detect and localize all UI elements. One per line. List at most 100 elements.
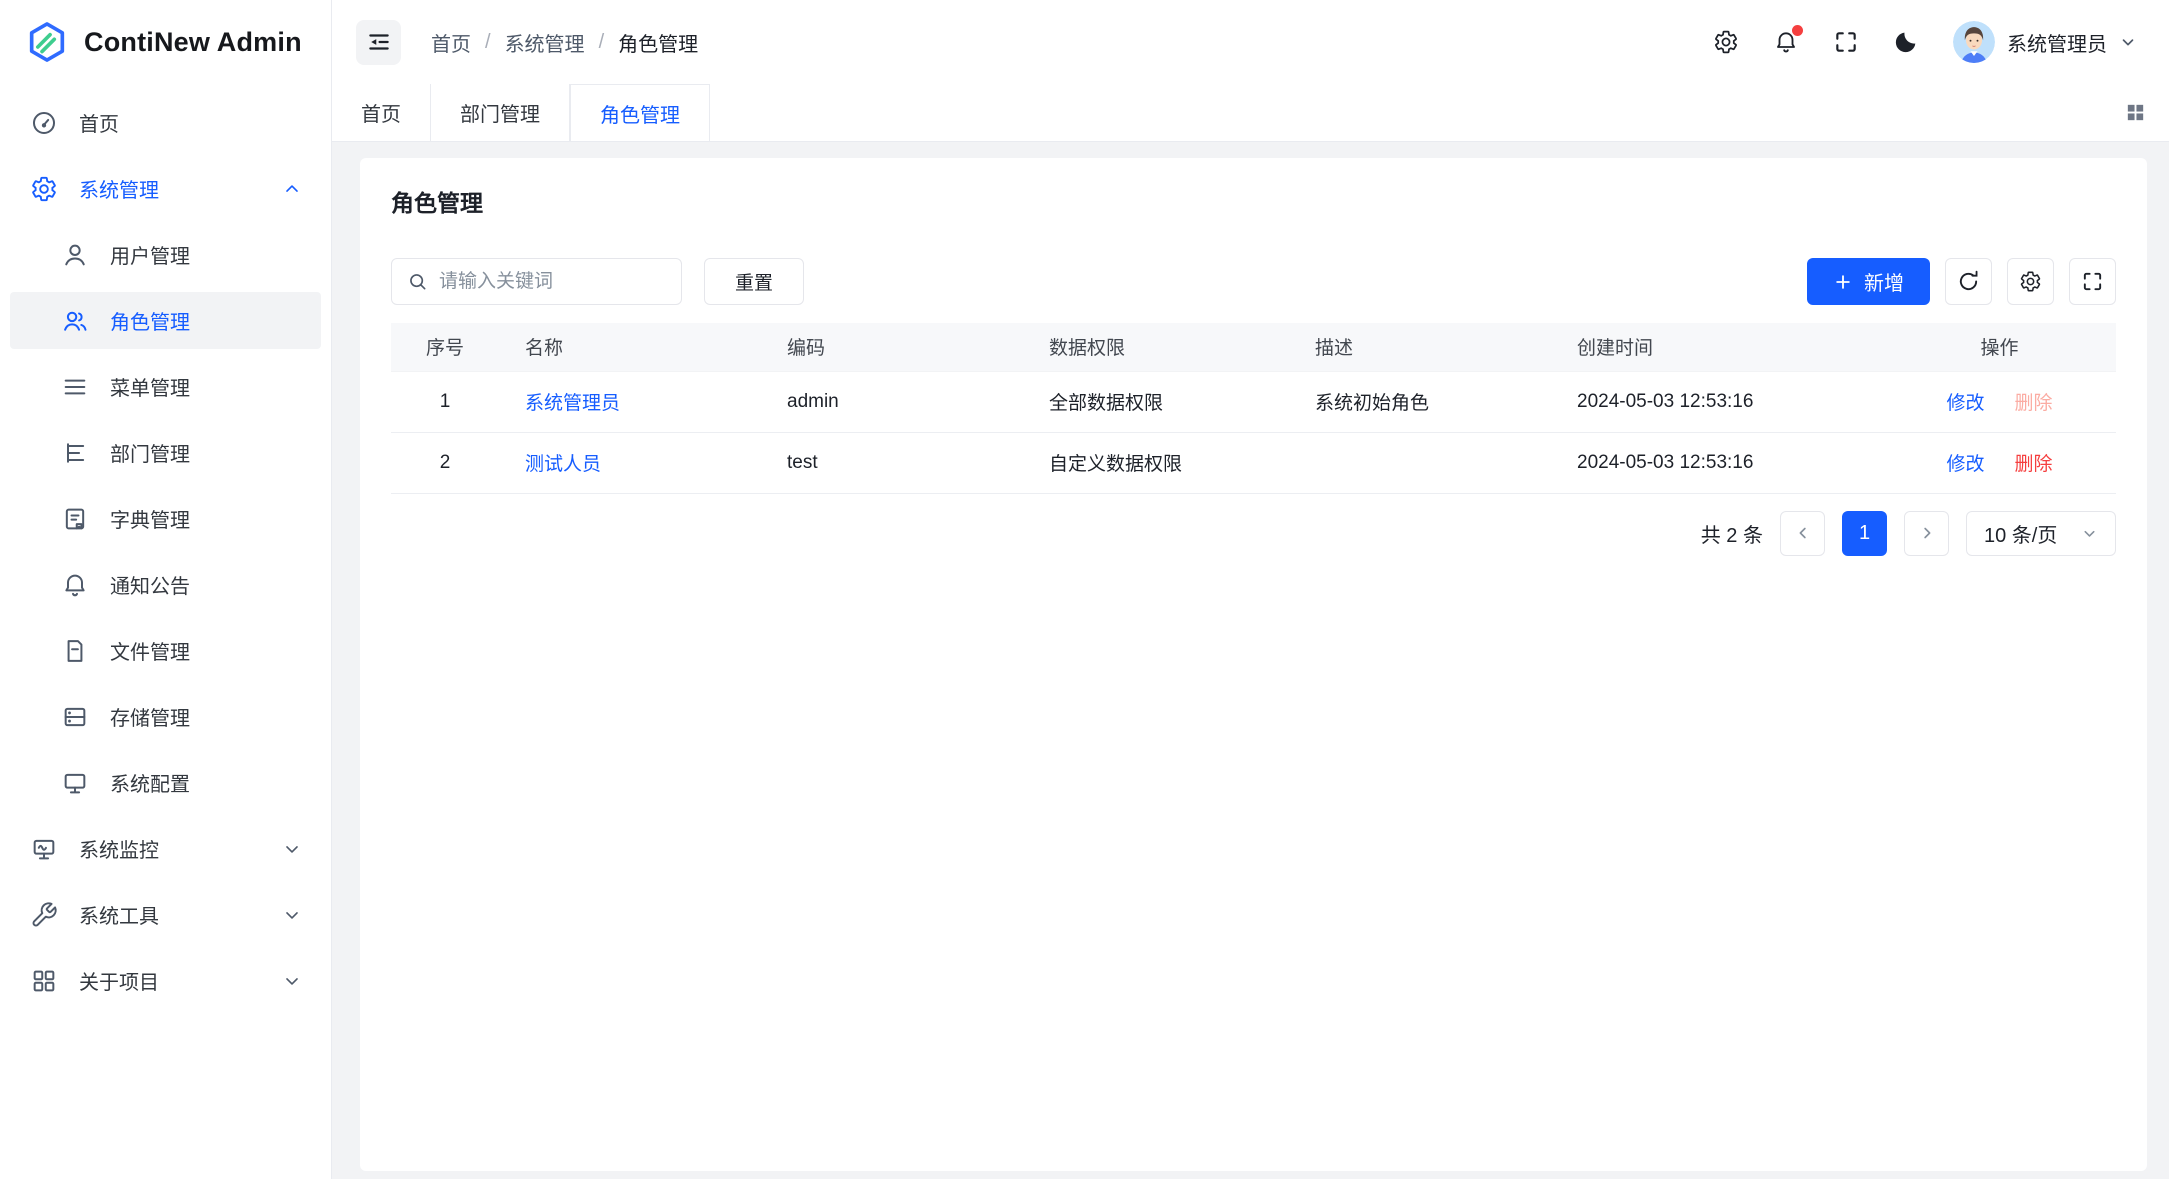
sidebar-item-notifications[interactable]: 通知公告 <box>10 556 321 613</box>
sidebar-item-label: 存储管理 <box>110 702 190 731</box>
cell-created: 2024-05-03 12:53:16 <box>1551 371 1883 432</box>
refresh-icon <box>1957 270 1980 293</box>
tab-department-management[interactable]: 部门管理 <box>431 84 570 141</box>
sidebar-item-storage-management[interactable]: 存储管理 <box>10 688 321 745</box>
sidebar-item-file-management[interactable]: 文件管理 <box>10 622 321 679</box>
menu-fold-button[interactable] <box>356 20 401 65</box>
role-name-link[interactable]: 测试人员 <box>525 454 601 475</box>
table-fullscreen-button[interactable] <box>2069 258 2116 305</box>
tab-role-management[interactable]: 角色管理 <box>570 84 710 141</box>
menu-lines-icon <box>60 372 90 402</box>
breadcrumb-separator: / <box>471 31 505 54</box>
edit-link[interactable]: 修改 <box>1946 393 1984 414</box>
sidebar-item-user-management[interactable]: 用户管理 <box>10 226 321 283</box>
notifications-button[interactable] <box>1773 29 1799 55</box>
cell-scope: 全部数据权限 <box>1023 371 1289 432</box>
chevron-up-icon <box>282 179 302 199</box>
column-header-created: 创建时间 <box>1551 323 1883 371</box>
pagination: 共 2 条 1 10 条/页 <box>391 511 2116 556</box>
dictionary-icon <box>60 504 90 534</box>
cell-scope: 自定义数据权限 <box>1023 432 1289 493</box>
toolbar: 重置 新增 <box>391 258 2116 305</box>
sidebar-item-label: 系统管理 <box>79 174 159 203</box>
search-box[interactable] <box>391 258 682 305</box>
sidebar-item-label: 首页 <box>79 108 119 137</box>
sidebar-item-role-management[interactable]: 角色管理 <box>10 292 321 349</box>
main-column: 首页 / 系统管理 / 角色管理 <box>332 0 2169 1179</box>
sidebar-item-label: 部门管理 <box>110 438 190 467</box>
prev-page-button[interactable] <box>1780 511 1825 556</box>
users-icon <box>60 306 90 336</box>
fullscreen-icon <box>1833 29 1859 55</box>
breadcrumb-system-management[interactable]: 系统管理 <box>505 28 585 57</box>
user-menu[interactable]: 系统管理员 <box>1953 21 2137 63</box>
gear-icon <box>29 174 59 204</box>
sidebar-item-home[interactable]: 首页 <box>10 94 321 151</box>
sidebar-item-label: 文件管理 <box>110 636 190 665</box>
chevron-down-icon <box>282 905 302 925</box>
sidebar-item-label: 系统工具 <box>79 900 159 929</box>
sidebar-item-system-tools[interactable]: 系统工具 <box>10 886 321 943</box>
table-row: 2 测试人员 test 自定义数据权限 2024-05-03 12:53:16 … <box>391 432 2116 493</box>
page-number-1[interactable]: 1 <box>1842 511 1887 556</box>
fullscreen-button[interactable] <box>1833 29 1859 55</box>
delete-link: 删除 <box>2015 393 2053 414</box>
toolbar-right: 新增 <box>1807 258 2116 305</box>
edit-link[interactable]: 修改 <box>1946 454 1984 475</box>
wrench-icon <box>29 900 59 930</box>
search-input[interactable] <box>439 271 666 293</box>
table-settings-button[interactable] <box>2007 258 2054 305</box>
user-icon <box>60 240 90 270</box>
sidebar-item-label: 用户管理 <box>110 240 190 269</box>
sidebar-item-department-management[interactable]: 部门管理 <box>10 424 321 481</box>
logo-icon <box>24 19 70 65</box>
user-name: 系统管理员 <box>2007 28 2107 57</box>
page-size-select[interactable]: 10 条/页 <box>1966 511 2116 556</box>
tab-actions-button[interactable] <box>2124 101 2147 124</box>
sidebar-item-dictionary-management[interactable]: 字典管理 <box>10 490 321 547</box>
app-logo[interactable]: ContiNew Admin <box>0 0 331 84</box>
app-root: ContiNew Admin 首页 系统管理 <box>0 0 2169 1179</box>
delete-link[interactable]: 删除 <box>2015 454 2053 475</box>
chevron-down-icon <box>282 839 302 859</box>
refresh-button[interactable] <box>1945 258 1992 305</box>
page-title: 角色管理 <box>391 184 2116 218</box>
add-button[interactable]: 新增 <box>1807 258 1930 305</box>
breadcrumb-home[interactable]: 首页 <box>431 28 471 57</box>
sidebar-item-label: 角色管理 <box>110 306 190 335</box>
sidebar-item-system-monitor[interactable]: 系统监控 <box>10 820 321 877</box>
sidebar-item-about-project[interactable]: 关于项目 <box>10 952 321 1009</box>
sidebar-item-label: 菜单管理 <box>110 372 190 401</box>
settings-button[interactable] <box>1713 29 1739 55</box>
avatar <box>1953 21 1995 63</box>
sidebar-item-menu-management[interactable]: 菜单管理 <box>10 358 321 415</box>
tab-bar: 首页 部门管理 角色管理 <box>332 84 2169 142</box>
table-row: 1 系统管理员 admin 全部数据权限 系统初始角色 2024-05-03 1… <box>391 371 2116 432</box>
chevron-left-icon <box>1794 524 1812 542</box>
role-table: 序号 名称 编码 数据权限 描述 创建时间 操作 1 系统管理员 <box>391 323 2116 494</box>
gear-icon <box>2019 270 2042 293</box>
topbar-actions: 系统管理员 <box>1713 21 2137 63</box>
add-button-label: 新增 <box>1864 267 1904 296</box>
dark-mode-button[interactable] <box>1893 29 1919 55</box>
sidebar-item-label: 关于项目 <box>79 966 159 995</box>
sidebar-item-system-management[interactable]: 系统管理 <box>10 160 321 217</box>
gear-icon <box>1713 29 1739 55</box>
tab-bar-right <box>2124 84 2169 141</box>
moon-icon <box>1893 29 1919 55</box>
sidebar-menu: 首页 系统管理 <box>0 84 331 1009</box>
chevron-down-icon <box>2119 33 2137 51</box>
sidebar-item-system-config[interactable]: 系统配置 <box>10 754 321 811</box>
sidebar-item-label: 系统配置 <box>110 768 190 797</box>
tab-home[interactable]: 首页 <box>332 84 431 141</box>
breadcrumb-role-management: 角色管理 <box>618 28 698 57</box>
column-header-description: 描述 <box>1289 323 1551 371</box>
app-title: ContiNew Admin <box>84 27 302 58</box>
reset-button[interactable]: 重置 <box>704 258 804 305</box>
fullscreen-icon <box>2081 270 2104 293</box>
cell-code: test <box>761 432 1023 493</box>
column-header-scope: 数据权限 <box>1023 323 1289 371</box>
monitor-chart-icon <box>29 834 59 864</box>
role-name-link[interactable]: 系统管理员 <box>525 393 620 414</box>
next-page-button[interactable] <box>1904 511 1949 556</box>
